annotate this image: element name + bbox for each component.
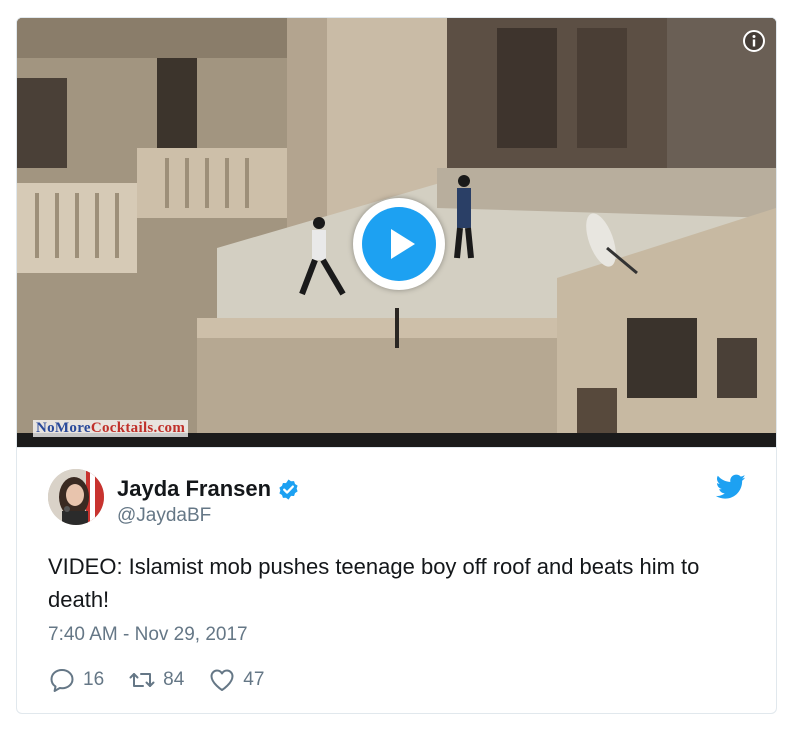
tweet-text: VIDEO: Islamist mob pushes teenage boy o… <box>48 554 700 612</box>
avatar[interactable] <box>48 469 104 525</box>
tweet-embed-card: NoMoreCocktails.com Jayda Fransen @Jayda… <box>16 17 777 714</box>
verified-badge-icon <box>279 478 298 500</box>
like-count: 47 <box>243 669 265 690</box>
watermark-part-1: NoMore <box>36 420 91 436</box>
reply-icon <box>50 669 74 692</box>
reply-button[interactable]: 16 <box>48 666 104 694</box>
like-button[interactable]: 47 <box>208 666 264 694</box>
watermark-part-2: Cocktails.com <box>90 420 186 436</box>
retweet-icon <box>129 673 155 687</box>
info-icon[interactable] <box>743 30 765 52</box>
author-name[interactable]: Jayda Fransen <box>117 476 271 502</box>
reply-count: 16 <box>83 669 105 690</box>
author-handle[interactable]: @JaydaBF <box>117 505 211 527</box>
retweet-count: 84 <box>163 669 185 690</box>
video-player[interactable]: NoMoreCocktails.com <box>17 18 776 447</box>
author-name-row: Jayda Fransen <box>117 476 300 502</box>
twitter-bird-icon[interactable] <box>716 474 746 500</box>
play-icon <box>362 207 436 281</box>
tweet-timestamp[interactable]: 7:40 AM - Nov 29, 2017 <box>48 624 248 646</box>
video-watermark: NoMoreCocktails.com <box>33 420 189 437</box>
media-divider <box>17 447 776 448</box>
retweet-button[interactable]: 84 <box>128 666 184 694</box>
tweet-actions: 16 84 47 <box>48 666 288 694</box>
heart-icon <box>210 669 234 691</box>
play-button[interactable] <box>353 198 445 290</box>
